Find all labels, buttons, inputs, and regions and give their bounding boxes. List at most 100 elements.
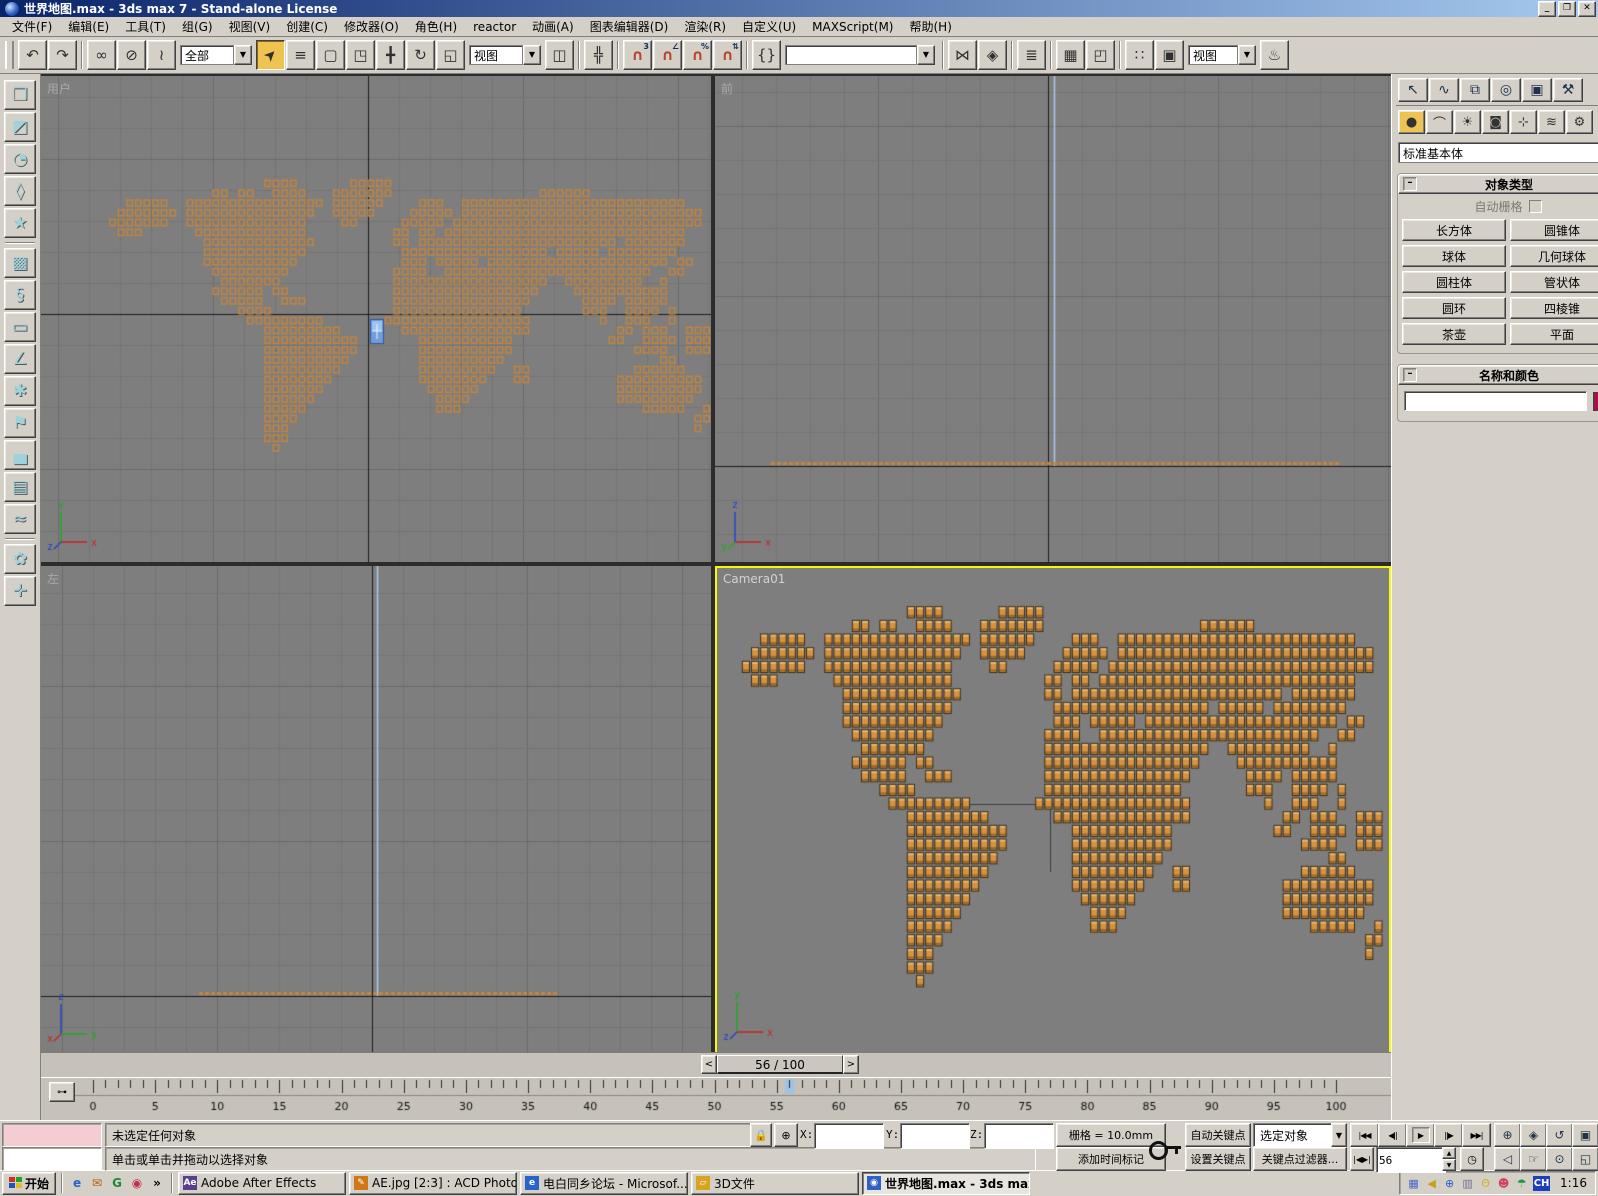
time-config-button[interactable]: ◷ (1460, 1147, 1484, 1171)
scale-icon[interactable]: ◱ (436, 40, 465, 70)
tab-modify[interactable]: ∿ (1429, 78, 1459, 102)
soft-body-collection-icon[interactable]: ◔ (4, 144, 36, 174)
objtype-plane-button[interactable]: 平面 (1510, 323, 1598, 345)
align-icon[interactable]: ◈ (978, 40, 1007, 70)
menu-file[interactable]: 文件(F) (4, 17, 60, 36)
zoom-extents-all-icon[interactable]: ▣ (1572, 1123, 1598, 1147)
wind-icon[interactable]: ⚑ (4, 408, 36, 438)
object-color-swatch[interactable] (1593, 392, 1598, 411)
angle-snap-icon[interactable]: ∩∠ (653, 40, 682, 70)
fracture-icon[interactable]: ▤ (4, 472, 36, 502)
snap-toggle-icon[interactable]: ∩3 (623, 40, 652, 70)
rigid-body-collection-icon[interactable]: ❒ (4, 80, 36, 110)
mirror-icon[interactable]: ⋈ (948, 40, 977, 70)
category-spacewarps[interactable]: ≋ (1538, 110, 1565, 134)
category-geometry[interactable]: ● (1398, 110, 1425, 134)
tab-utilities[interactable]: ⚒ (1553, 78, 1583, 102)
tray-antivirus-umbrella-icon[interactable]: ☂ (1514, 1176, 1529, 1191)
unlink-icon[interactable]: ⊘ (117, 40, 146, 70)
key-mode-toggle[interactable]: |◀▶| (1350, 1147, 1374, 1171)
arc-rotate-icon[interactable]: ⊙ (1546, 1147, 1573, 1171)
objtype-geosphere-button[interactable]: 几何球体 (1510, 245, 1598, 267)
title-bar[interactable]: 世界地图.max - 3ds max 7 - Stand-alone Licen… (0, 0, 1598, 17)
track-bar-ruler[interactable] (75, 1078, 1391, 1120)
rotate-icon[interactable]: ↻ (406, 40, 435, 70)
task-after-effects[interactable]: AeAdobe After Effects (178, 1172, 346, 1195)
menu-tools[interactable]: 工具(T) (117, 17, 174, 36)
select-object-icon[interactable]: ➤ (256, 40, 285, 70)
manipulate-icon[interactable]: ╬ (584, 40, 613, 70)
selection-filter-dropdown[interactable]: 全部▼ (180, 45, 252, 65)
spring-icon[interactable]: § (4, 280, 36, 310)
objtype-teapot-button[interactable]: 茶壶 (1402, 323, 1506, 345)
objtype-pyramid-button[interactable]: 四棱锥 (1510, 297, 1598, 319)
tab-hierarchy[interactable]: ⧉ (1460, 78, 1490, 102)
frame-spinner-down[interactable]: ▼ (1442, 1159, 1456, 1171)
y-coordinate-field[interactable] (900, 1123, 970, 1149)
zoom-icon[interactable]: ⊕ (1494, 1123, 1521, 1147)
tray-volume-icon[interactable]: ◀ (1424, 1176, 1439, 1191)
menu-group[interactable]: 组(G) (174, 17, 221, 36)
move-icon[interactable]: ╋ (376, 40, 405, 70)
collapse-minus-icon[interactable]: – (1403, 368, 1417, 382)
collapse-minus-icon[interactable]: – (1403, 177, 1417, 191)
object-type-rollout-header[interactable]: – 对象类型 (1398, 174, 1598, 194)
menu-help[interactable]: 帮助(H) (901, 17, 959, 36)
percent-snap-icon[interactable]: ∩% (683, 40, 712, 70)
zoom-all-icon[interactable]: ◈ (1520, 1123, 1547, 1147)
play-button[interactable]: ▶ (1406, 1123, 1435, 1147)
select-by-name-icon[interactable]: ≡ (286, 40, 315, 70)
cloth-collection-icon[interactable]: ◩ (4, 112, 36, 142)
quick-render-icon[interactable]: ♨ (1260, 40, 1289, 70)
named-selection-sets-icon[interactable]: {} (752, 40, 781, 70)
tab-create[interactable]: ↖ (1398, 78, 1428, 102)
named-sets-dropdown[interactable]: ▼ (785, 45, 935, 65)
spinner-snap-icon[interactable]: ∩⇅ (713, 40, 742, 70)
menu-reactor[interactable]: reactor (465, 19, 524, 35)
constraint-knot-icon[interactable]: ✿ (4, 544, 36, 574)
viewport-left[interactable]: 左 (41, 566, 711, 1054)
current-frame-field[interactable] (1376, 1147, 1446, 1173)
prev-frame-button[interactable]: ◀|| (1378, 1123, 1407, 1147)
menu-character[interactable]: 角色(H) (407, 17, 465, 36)
menu-maxscript[interactable]: MAXScript(M) (804, 19, 901, 35)
minimize-button[interactable]: _ (1538, 1, 1556, 17)
tray-display-icon[interactable]: ▥ (1460, 1176, 1475, 1191)
selection-lock-toggle[interactable]: 🔒 (750, 1123, 772, 1147)
frame-spinner-up[interactable]: ▲ (1442, 1147, 1456, 1159)
task-max-scene[interactable]: ◉世界地图.max - 3ds max... (862, 1172, 1030, 1195)
category-systems[interactable]: ⚙ (1566, 110, 1593, 134)
name-color-rollout-header[interactable]: – 名称和颜色 (1398, 365, 1598, 385)
track-bar[interactable]: ⊶ (41, 1077, 1391, 1120)
redo-icon[interactable]: ↷ (48, 40, 77, 70)
tab-display[interactable]: ▣ (1522, 78, 1552, 102)
tray-network-icon[interactable]: ⊕ (1442, 1176, 1457, 1191)
objtype-box-button[interactable]: 长方体 (1402, 219, 1506, 241)
objtype-sphere-button[interactable]: 球体 (1402, 245, 1506, 267)
zoom-region-icon[interactable]: ◁ (1494, 1147, 1521, 1171)
water-icon[interactable]: ≈ (4, 504, 36, 534)
dropdown-arrow-icon[interactable]: ▼ (1238, 45, 1256, 65)
time-slider-handle[interactable]: 56 / 100 (717, 1055, 843, 1074)
time-slider-next-arrow[interactable]: > (843, 1055, 859, 1074)
dropdown-arrow-icon[interactable]: ▼ (1331, 1123, 1347, 1147)
undo-icon[interactable]: ↶ (18, 40, 47, 70)
objtype-torus-button[interactable]: 圆环 (1402, 297, 1506, 319)
time-slider-prev-arrow[interactable]: < (701, 1055, 717, 1074)
menu-rendering[interactable]: 渲染(R) (676, 17, 734, 36)
time-slider[interactable]: < 56 / 100 > (41, 1052, 1391, 1077)
viewport-user[interactable]: 用户 (41, 76, 711, 562)
toolbar-grip[interactable] (5, 41, 14, 69)
menu-modifiers[interactable]: 修改器(O) (336, 17, 407, 36)
render-type-dropdown[interactable]: 视图▼ (1188, 45, 1256, 65)
tray-messenger-icon[interactable]: ☻ (1496, 1176, 1511, 1191)
category-lights[interactable]: ☀ (1454, 110, 1481, 134)
menu-graph-editors[interactable]: 图表编辑器(D) (582, 17, 677, 36)
rect-selection-icon[interactable]: ▢ (316, 40, 345, 70)
schematic-view-icon[interactable]: ◰ (1086, 40, 1115, 70)
menu-create[interactable]: 创建(C) (278, 17, 336, 36)
mail-quicklaunch-icon[interactable]: ✉ (88, 1174, 106, 1192)
ref-coord-dropdown[interactable]: 视图▼ (469, 45, 541, 65)
objtype-cone-button[interactable]: 圆锥体 (1510, 219, 1598, 241)
maximize-button[interactable]: ❐ (1558, 1, 1576, 17)
